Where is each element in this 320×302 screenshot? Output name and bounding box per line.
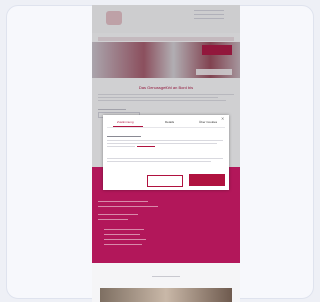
active-tab-indicator: [113, 126, 143, 127]
deny-button[interactable]: [147, 175, 183, 187]
dialog-text-line: [107, 161, 211, 162]
tab-consent[interactable]: Zustimmung: [117, 120, 134, 124]
promo-list-item: [104, 229, 144, 230]
promo-text-line: [98, 201, 148, 202]
dialog-text-line: [107, 146, 135, 147]
cookie-consent-dialog: Zustimmung Details Über Cookies ✕: [103, 115, 229, 190]
promo-text-line: [98, 206, 158, 207]
promo-list-item: [104, 239, 146, 240]
privacy-link[interactable]: [137, 146, 155, 147]
section-label: [152, 276, 180, 277]
promo-text-line: [98, 214, 138, 215]
tab-details[interactable]: Details: [165, 120, 174, 124]
dialog-text-line: [107, 143, 217, 144]
dialog-text-line: [107, 158, 223, 159]
content-photo: [100, 288, 232, 302]
tab-about-cookies[interactable]: Über Cookies: [199, 120, 217, 124]
promo-list-item: [104, 244, 142, 245]
dialog-heading: [107, 136, 141, 137]
promo-list-item: [104, 234, 140, 235]
dialog-text-line: [107, 140, 223, 141]
accept-all-button[interactable]: [189, 174, 225, 186]
dialog-tabs: Zustimmung Details Über Cookies: [107, 119, 225, 128]
close-icon[interactable]: ✕: [221, 116, 224, 121]
promo-text-line: [98, 219, 128, 220]
